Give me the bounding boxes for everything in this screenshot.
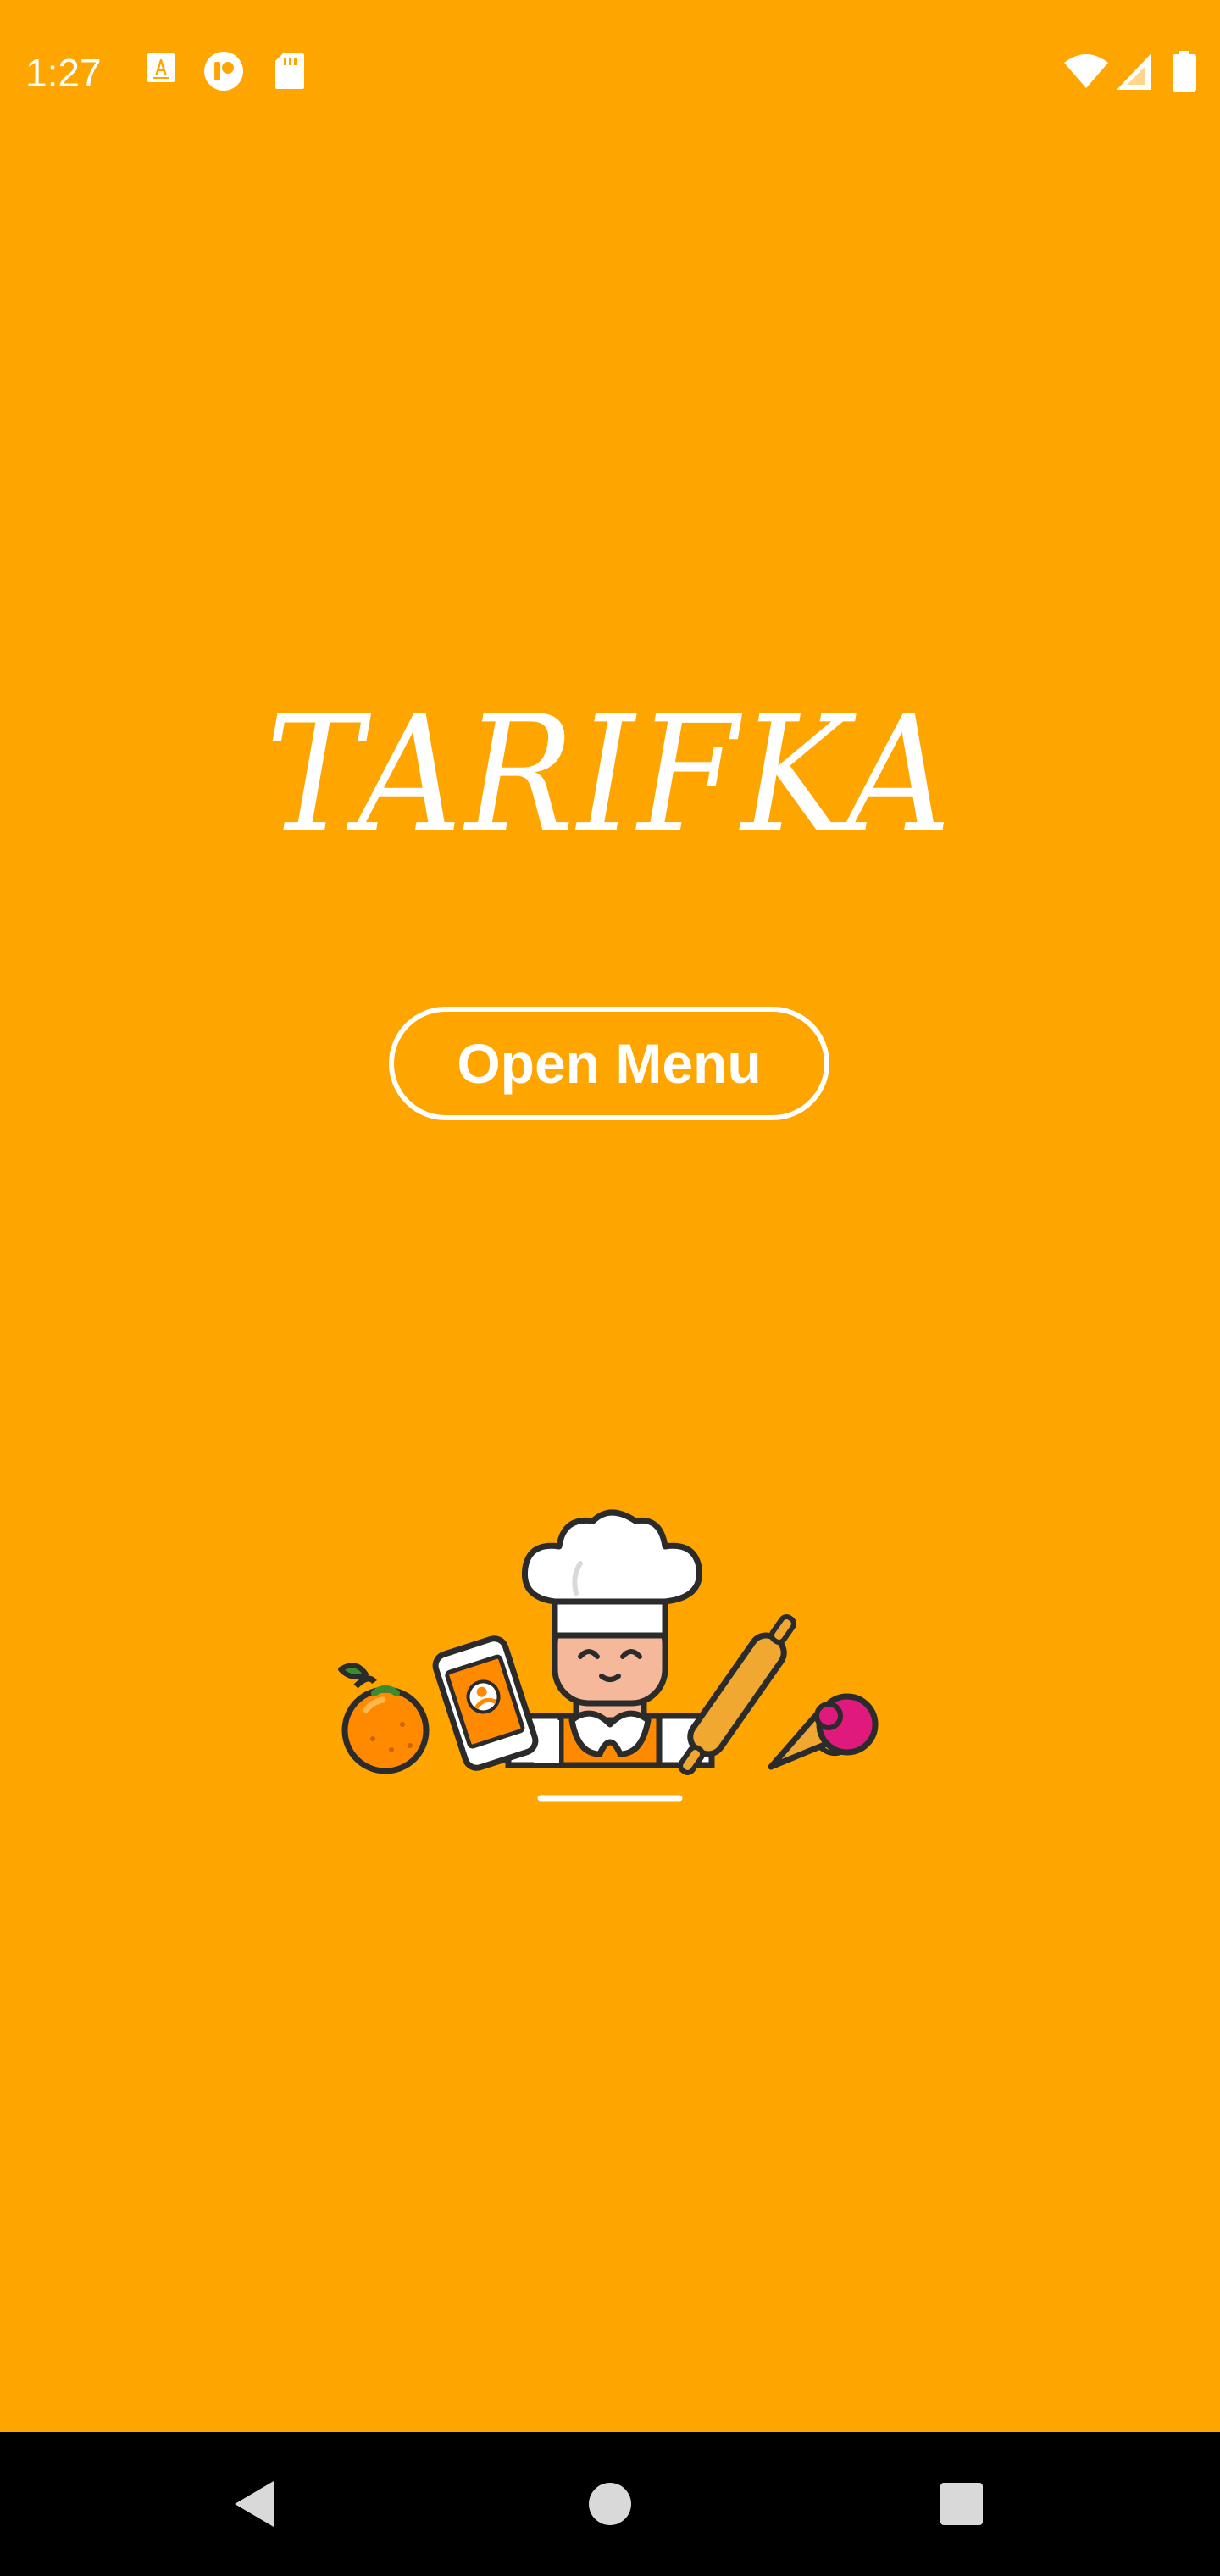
a-notification-icon (147, 53, 175, 82)
status-bar: 1:27 (0, 0, 1220, 144)
record-icon (204, 52, 243, 91)
chef-with-food-icon (338, 1509, 879, 1802)
wifi-icon (1064, 54, 1108, 88)
navigation-bar (0, 2432, 1220, 2576)
status-time: 1:27 (25, 51, 102, 95)
app-title: TARIFKA (265, 681, 955, 869)
phone-icon (432, 1635, 539, 1771)
orange-icon (338, 1663, 430, 1774)
battery-icon (1173, 51, 1196, 92)
home-icon[interactable] (572, 2466, 648, 2542)
back-icon[interactable] (216, 2466, 292, 2542)
splash-screen: 1:27 TARIFKA Open Menu (0, 0, 1220, 2576)
signal-icon (1117, 54, 1151, 90)
recents-icon[interactable] (923, 2466, 1000, 2542)
ice-cream-icon (768, 1693, 879, 1770)
open-menu-button[interactable]: Open Menu (389, 1007, 829, 1120)
sd-card-icon (275, 53, 304, 89)
